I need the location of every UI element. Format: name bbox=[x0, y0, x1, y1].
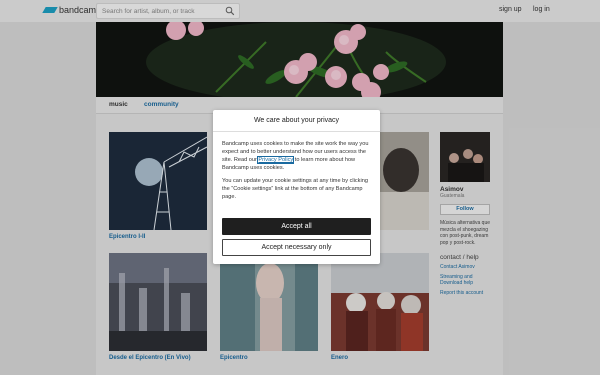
cookie-paragraph-1: Bandcamp uses cookies to make the site w… bbox=[222, 141, 369, 171]
dialog-body: Bandcamp uses cookies to make the site w… bbox=[222, 140, 372, 206]
dialog-title: We care about your privacy bbox=[213, 110, 380, 132]
accept-all-button[interactable]: Accept all bbox=[222, 218, 371, 235]
cookie-paragraph-2: You can update your cookie settings at a… bbox=[222, 178, 368, 200]
privacy-policy-link[interactable]: Privacy Policy bbox=[257, 156, 295, 164]
cookie-dialog: We care about your privacy Bandcamp uses… bbox=[213, 110, 380, 264]
modal-overlay: We care about your privacy Bandcamp uses… bbox=[0, 0, 600, 375]
accept-necessary-button[interactable]: Accept necessary only bbox=[222, 239, 371, 256]
